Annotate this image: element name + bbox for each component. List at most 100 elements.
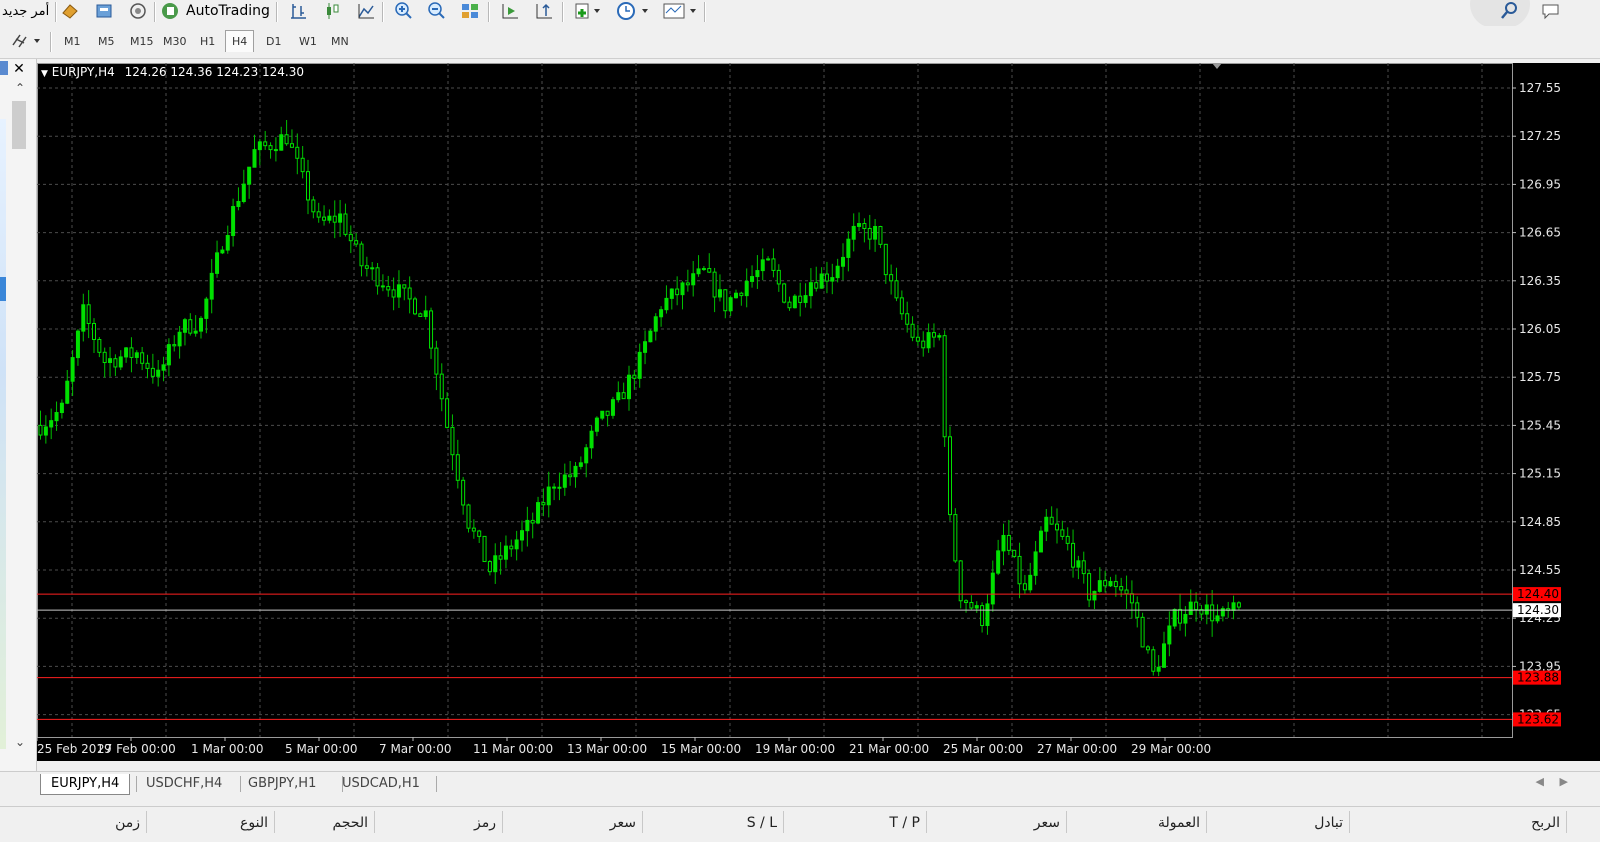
chart-ohlc: 124.26 124.36 124.23 124.30: [124, 65, 305, 79]
candle-body: [1076, 560, 1081, 568]
timeframe-m15[interactable]: M15: [130, 35, 154, 48]
candle-body: [113, 358, 118, 368]
drawing-tools-icon[interactable]: [10, 30, 44, 52]
candle-body: [375, 267, 380, 287]
candle-body: [204, 298, 209, 319]
market-watch-icon[interactable]: [60, 0, 80, 22]
date-axis-label: 25 Mar 00:00: [943, 742, 1023, 756]
candlestick-icon[interactable]: [322, 0, 342, 22]
candle-body: [948, 436, 952, 516]
candle-body: [760, 259, 765, 272]
column-header[interactable]: سعر: [1034, 815, 1060, 831]
timeframe-m30[interactable]: M30: [163, 35, 187, 48]
new-order-button[interactable]: أمر جديد: [2, 0, 49, 22]
chart-tab[interactable]: GBPJPY,H1: [248, 774, 316, 794]
autoscroll-icon[interactable]: [500, 0, 520, 22]
zoom-out-icon[interactable]: [427, 0, 447, 22]
candle-body: [680, 282, 685, 296]
candle-body: [1103, 580, 1108, 587]
candle-body: [717, 289, 722, 298]
line-chart-icon[interactable]: [356, 0, 376, 22]
candle-body: [1129, 593, 1134, 604]
candle-body: [1183, 613, 1188, 624]
column-header[interactable]: T / P: [889, 815, 920, 831]
column-separator: [374, 811, 375, 833]
candle-body: [129, 347, 134, 358]
candle-body: [600, 410, 605, 419]
candle-body: [1001, 534, 1006, 552]
price-axis-label: 127.55: [1519, 81, 1561, 95]
candle-body: [391, 289, 396, 298]
candle-body: [118, 356, 123, 368]
timeframe-m1[interactable]: M1: [64, 35, 81, 48]
history-center-icon[interactable]: [94, 0, 114, 22]
price-chart[interactable]: 127.55 127.25 126.95 126.65 126.35 126.05 125.…: [36, 63, 1600, 761]
tab-separator: [136, 776, 137, 792]
candle-body: [750, 276, 755, 282]
candle-body: [306, 171, 310, 201]
candle-body: [1145, 646, 1150, 651]
candle-body: [867, 228, 872, 240]
column-header[interactable]: النوع: [240, 815, 268, 831]
candle-body: [573, 465, 578, 478]
timeframe-h1[interactable]: H1: [200, 35, 215, 48]
candle-body: [568, 474, 573, 478]
toolbar-separator: [50, 32, 52, 52]
candle-body: [284, 134, 289, 145]
timeframe-mn[interactable]: MN: [331, 35, 349, 48]
price-axis-label: 125.75: [1519, 370, 1561, 384]
candle-body: [659, 309, 664, 318]
scrollbar-thumb[interactable]: [12, 101, 26, 149]
timeframe-h4[interactable]: H4: [225, 30, 255, 52]
tabs-scroll-right-icon[interactable]: ▶: [1560, 775, 1568, 788]
zoom-in-icon[interactable]: [394, 0, 414, 22]
timeframe-d1[interactable]: D1: [266, 35, 281, 48]
chart-shift-icon[interactable]: [534, 0, 554, 22]
indicators-icon[interactable]: [574, 0, 604, 22]
new-order-label: أمر جديد: [2, 3, 50, 19]
candle-body: [241, 183, 246, 203]
chart-window[interactable]: 127.55 127.25 126.95 126.65 126.35 126.05 125.…: [36, 63, 1600, 761]
chart-tab[interactable]: USDCAD,H1: [342, 774, 420, 794]
panel-list-strip: [0, 119, 6, 749]
search-icon[interactable]: [1500, 0, 1520, 22]
column-header[interactable]: زمن: [115, 815, 140, 831]
candle-body: [1081, 560, 1086, 575]
column-header[interactable]: الحجم: [332, 815, 368, 831]
candle-body: [594, 417, 599, 432]
candle-body: [188, 319, 193, 334]
column-header[interactable]: العمولة: [1158, 815, 1200, 831]
timeframe-m5[interactable]: M5: [98, 35, 115, 48]
autotrading-button[interactable]: AutoTrading: [160, 0, 270, 22]
scroll-up-icon[interactable]: ⌃: [8, 81, 32, 99]
chat-icon[interactable]: [1540, 0, 1564, 22]
column-header[interactable]: الربح: [1531, 815, 1560, 831]
candle-body: [915, 336, 920, 342]
scroll-down-icon[interactable]: ⌄: [8, 735, 32, 753]
candle-body: [102, 351, 107, 364]
column-header[interactable]: تبادل: [1314, 815, 1343, 831]
column-header[interactable]: سعر: [610, 815, 636, 831]
candle-body: [209, 272, 214, 300]
periods-clock-icon[interactable]: [616, 0, 652, 22]
close-panel-icon[interactable]: ✕: [10, 61, 28, 77]
signal-icon[interactable]: [128, 0, 148, 22]
level-price-label: 123.88: [1517, 671, 1559, 685]
templates-icon[interactable]: [662, 0, 702, 22]
candle-body: [134, 352, 139, 358]
candle-body: [145, 362, 150, 369]
chart-dropdown-icon[interactable]: ▼: [41, 69, 48, 79]
tile-windows-icon[interactable]: [460, 0, 480, 22]
candle-body: [627, 374, 631, 400]
column-header[interactable]: S / L: [747, 815, 777, 831]
column-header[interactable]: رمز: [474, 815, 496, 831]
tabs-scroll-left-icon[interactable]: ◀: [1536, 775, 1544, 788]
timeframe-w1[interactable]: W1: [299, 35, 317, 48]
column-separator: [926, 811, 927, 833]
chart-tab[interactable]: EURJPY,H4: [40, 774, 131, 795]
candle-body: [808, 282, 813, 297]
chart-tab[interactable]: USDCHF,H4: [146, 774, 222, 794]
bar-chart-icon[interactable]: [288, 0, 308, 22]
candle-body: [584, 447, 589, 464]
candle-body: [931, 332, 936, 338]
